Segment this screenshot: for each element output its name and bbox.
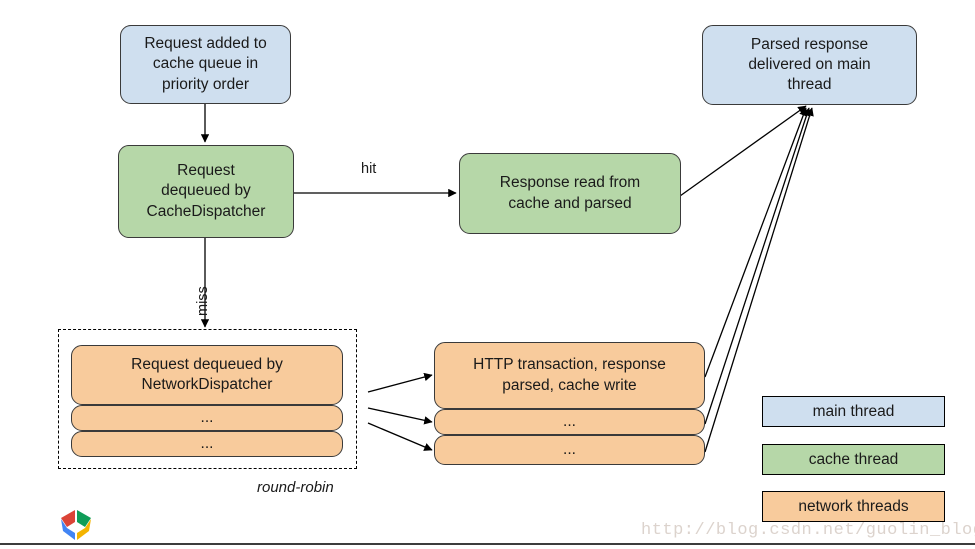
google-developers-logo (58, 508, 94, 542)
watermark-text: http://blog.csdn.net/guolin_blog (641, 521, 975, 540)
edge-cacheresponse-to-main (679, 105, 807, 197)
node-network-dispatcher[interactable]: Request dequeued by NetworkDispatcher (71, 345, 343, 405)
edge-roundrobin-1 (367, 372, 433, 393)
bottom-divider (0, 543, 975, 545)
edge-label-miss: miss (195, 286, 211, 316)
node-network-dispatcher-2[interactable]: ... (71, 405, 343, 431)
node-request-added-to-cache-queue[interactable]: Request added to cache queue in priority… (120, 25, 291, 104)
legend-item-cache-thread: cache thread (762, 444, 945, 475)
node-response-read-from-cache[interactable]: Response read from cache and parsed (459, 153, 681, 234)
edge-network1-to-main (704, 107, 808, 378)
node-http-transaction-3[interactable]: ... (434, 435, 705, 465)
edge-label-hit: hit (361, 161, 377, 177)
legend-item-network-threads: network threads (762, 491, 945, 522)
caption-round-robin: round-robin (257, 479, 334, 496)
legend-label-main-thread: main thread (812, 402, 895, 420)
node-http-transaction-2[interactable]: ... (434, 409, 705, 435)
legend-item-main-thread: main thread (762, 396, 945, 427)
node-network-dispatcher-3[interactable]: ... (71, 431, 343, 457)
legend-label-network-threads: network threads (798, 497, 909, 515)
diagram-canvas: Request added to cache queue in priority… (0, 0, 975, 549)
edge-roundrobin-2 (367, 407, 433, 425)
edge-roundrobin-3 (367, 422, 433, 451)
node-http-transaction[interactable]: HTTP transaction, response parsed, cache… (434, 342, 705, 409)
edge-network2-to-main (704, 107, 811, 425)
node-parsed-response-delivered[interactable]: Parsed response delivered on main thread (702, 25, 917, 105)
legend-label-cache-thread: cache thread (808, 450, 899, 468)
node-cache-dispatcher[interactable]: Request dequeued by CacheDispatcher (118, 145, 294, 238)
